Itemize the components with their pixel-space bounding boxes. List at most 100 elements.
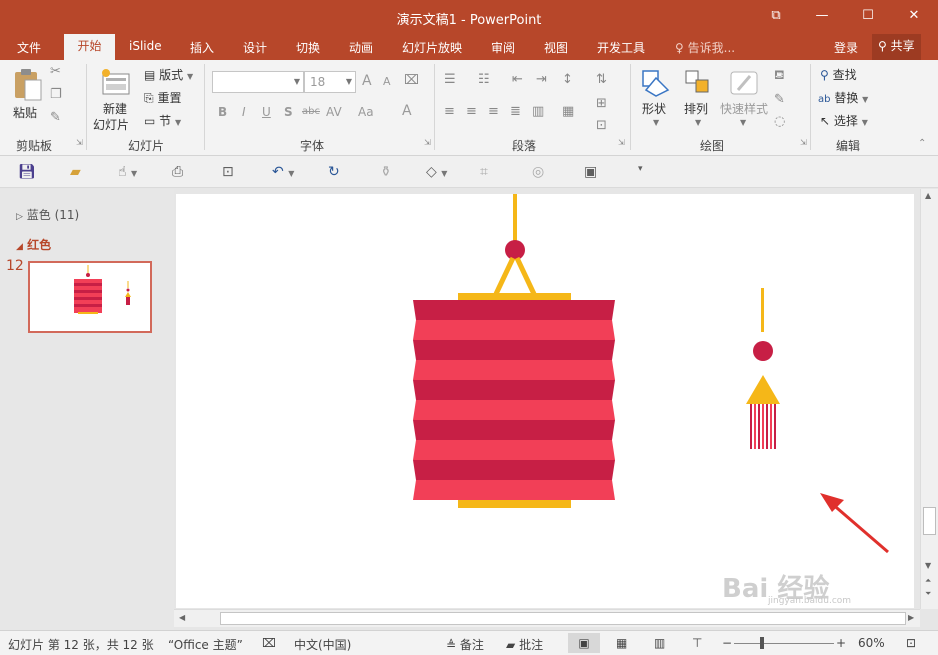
slide-canvas[interactable]: Bai 经验 jingyan.baidu.com xyxy=(176,194,914,608)
shapes-button[interactable]: 形状 ▼ xyxy=(638,64,674,130)
new-slide-button[interactable]: 新建 幻灯片 xyxy=(92,64,138,132)
distributed-icon[interactable]: ▥ xyxy=(532,104,544,119)
scroll-left-icon[interactable]: ◀ xyxy=(179,613,185,622)
font-color-button[interactable]: A xyxy=(402,103,412,119)
tab-file[interactable]: 文件 xyxy=(17,39,41,56)
replace-button[interactable]: ab 替换 ▼ xyxy=(818,89,868,106)
fit-to-window-icon[interactable]: ⊡ xyxy=(906,636,916,650)
login-link[interactable]: 登录 xyxy=(834,39,858,56)
tab-developer[interactable]: 开发工具 xyxy=(597,39,645,56)
collapse-ribbon-icon[interactable]: ⌃ xyxy=(918,138,926,149)
find-button[interactable]: ⚲ 查找 xyxy=(820,66,857,83)
font-name-combo[interactable]: ▼ xyxy=(212,71,304,93)
slideshow-view-button[interactable]: ⊤ xyxy=(692,636,702,650)
arrange-button[interactable]: 排列 ▼ xyxy=(680,64,716,130)
text-shadow-button[interactable]: S xyxy=(284,105,293,119)
tab-insert[interactable]: 插入 xyxy=(190,39,214,56)
smartart-icon[interactable]: ⊡ xyxy=(596,118,607,133)
zoom-level[interactable]: 60% xyxy=(858,636,885,650)
section-button[interactable]: ▭ 节 ▼ xyxy=(144,112,181,129)
format-painter-icon[interactable]: ✎ xyxy=(50,110,61,125)
comments-button[interactable]: ▰ 批注 xyxy=(506,636,543,653)
spellcheck-icon[interactable]: ⌧ xyxy=(262,636,276,650)
zoom-in-button[interactable]: + xyxy=(836,636,846,650)
tab-islide[interactable]: iSlide xyxy=(129,39,162,53)
slide-sorter-button[interactable]: ▦ xyxy=(616,636,627,650)
tab-transitions[interactable]: 切换 xyxy=(296,39,320,56)
underline-button[interactable]: U xyxy=(262,105,271,119)
language-status[interactable]: 中文(中国) xyxy=(294,636,351,653)
tab-view[interactable]: 视图 xyxy=(544,39,568,56)
line-spacing-icon[interactable]: ↕ xyxy=(562,72,573,87)
normal-view-button[interactable]: ▣ xyxy=(568,633,600,653)
crop-icon[interactable]: ⌗ xyxy=(480,164,488,180)
align-text-icon[interactable]: ⊞ xyxy=(596,96,607,111)
next-slide-icon[interactable]: ⏷ xyxy=(925,589,931,599)
italic-button[interactable]: I xyxy=(242,105,246,119)
clear-formatting-icon[interactable]: ⌧ xyxy=(404,73,419,88)
drawing-dialog-launcher-icon[interactable]: ⇲ xyxy=(800,138,807,147)
reset-button[interactable]: ⎘ 重置 xyxy=(144,89,181,106)
tell-me-box[interactable]: ♀ 告诉我... xyxy=(675,39,735,56)
font-size-combo[interactable]: 18 ▼ xyxy=(304,71,356,93)
save-icon[interactable]: 💾︎ xyxy=(18,164,36,180)
character-spacing-button[interactable]: AV xyxy=(326,105,342,119)
bold-button[interactable]: B xyxy=(218,105,227,119)
tab-design[interactable]: 设计 xyxy=(243,39,267,56)
horizontal-scrollbar[interactable]: ◀ ▶ xyxy=(174,609,920,627)
clipboard-dialog-launcher-icon[interactable]: ⇲ xyxy=(76,138,83,147)
reading-view-button[interactable]: ▥ xyxy=(654,636,665,650)
bullets-icon[interactable]: ☰ xyxy=(444,72,456,87)
scroll-down-icon[interactable]: ▼ xyxy=(925,561,931,570)
shape-fill-icon[interactable]: ⛾ xyxy=(774,68,785,85)
shrink-font-button[interactable]: A xyxy=(383,75,391,88)
shape-effects-icon[interactable]: ◌ xyxy=(774,114,785,129)
columns-icon[interactable]: ▦ xyxy=(562,104,574,119)
slideshow-icon[interactable]: ⊡ xyxy=(222,164,234,180)
align-right-icon[interactable]: ≡ xyxy=(488,104,499,119)
tassel-ornament[interactable] xyxy=(746,288,780,449)
shapes-qat-icon[interactable]: ◇ ▼ xyxy=(426,164,447,180)
text-direction-icon[interactable]: ⇅ xyxy=(596,72,607,87)
vertical-scrollbar[interactable]: ▲ ▼ ⏶ ⏷ xyxy=(920,189,938,609)
maximize-button[interactable]: ☐ xyxy=(856,6,880,26)
select-button[interactable]: ↖ 选择 ▼ xyxy=(820,112,868,129)
strikethrough-button[interactable]: abc xyxy=(302,106,320,117)
slide-thumbnail[interactable] xyxy=(28,261,152,333)
align-center-icon[interactable]: ≡ xyxy=(466,104,477,119)
tab-review[interactable]: 审阅 xyxy=(491,39,515,56)
notes-button[interactable]: ≜ 备注 xyxy=(446,636,484,653)
undo-icon[interactable]: ↶ ▼ xyxy=(272,164,294,180)
numbering-icon[interactable]: ☷ xyxy=(478,72,490,87)
ribbon-display-options-button[interactable]: ⧉ xyxy=(764,6,788,26)
scroll-up-icon[interactable]: ▲ xyxy=(925,191,931,200)
section-blue[interactable]: ▷ 蓝色 (11) xyxy=(16,206,79,223)
grow-font-button[interactable]: A xyxy=(362,73,372,89)
redo-icon[interactable]: ↻ xyxy=(328,164,340,180)
touch-mode-icon[interactable]: ☝ ▼ xyxy=(118,164,137,180)
zoom-slider-thumb[interactable] xyxy=(760,637,764,649)
open-folder-icon[interactable]: ▰ xyxy=(70,164,81,180)
print-preview-icon[interactable]: ⎙ xyxy=(172,164,183,180)
layout-button[interactable]: ▤ 版式 ▼ xyxy=(144,66,193,83)
tab-home[interactable]: 开始 xyxy=(64,34,115,60)
cut-icon[interactable]: ✂ xyxy=(50,64,61,79)
format-painter-qat-icon[interactable]: ⚱ xyxy=(380,164,392,180)
font-dialog-launcher-icon[interactable]: ⇲ xyxy=(424,138,431,147)
previous-slide-icon[interactable]: ⏶ xyxy=(925,576,931,586)
decrease-indent-icon[interactable]: ⇤ xyxy=(512,72,523,87)
justify-icon[interactable]: ≣ xyxy=(510,104,521,119)
hscroll-thumb[interactable] xyxy=(220,612,906,625)
tab-animations[interactable]: 动画 xyxy=(349,39,373,56)
change-case-button[interactable]: Aa xyxy=(358,105,374,119)
customize-qat-icon[interactable]: ▾ xyxy=(638,164,643,174)
align-left-icon[interactable]: ≡ xyxy=(444,104,455,119)
zoom-out-button[interactable]: − xyxy=(722,636,732,650)
close-button[interactable]: ✕ xyxy=(902,6,926,26)
section-red[interactable]: ◢ 红色 xyxy=(16,236,51,253)
share-button[interactable]: ⚲ 共享 xyxy=(872,34,921,60)
tab-slideshow[interactable]: 幻灯片放映 xyxy=(402,39,462,56)
scroll-right-icon[interactable]: ▶ xyxy=(908,613,914,622)
quick-styles-button[interactable]: 快速样式 ▼ xyxy=(718,64,770,130)
shape-outline-icon[interactable]: ✎ xyxy=(774,92,785,107)
